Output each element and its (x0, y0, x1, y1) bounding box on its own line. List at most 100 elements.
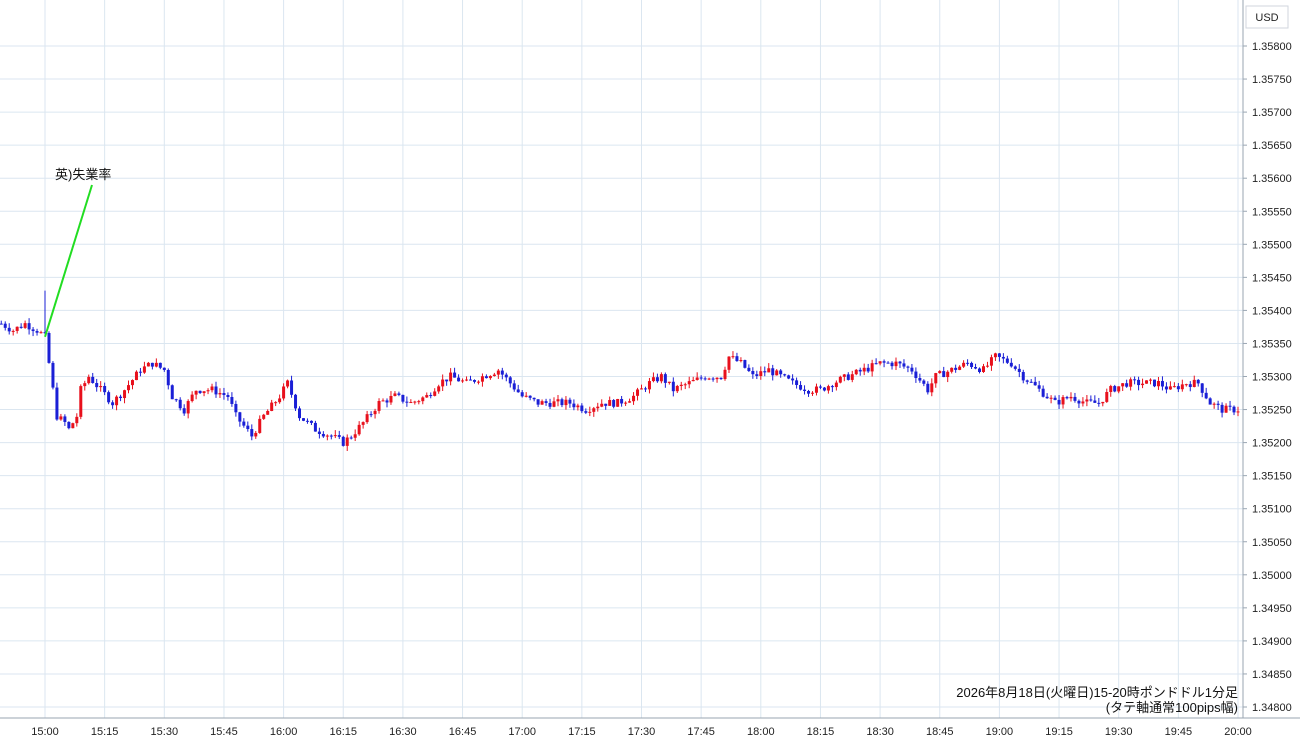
candle-body (958, 366, 962, 370)
price-tick-label: 1.35100 (1252, 504, 1292, 516)
candle-body (1081, 401, 1085, 404)
candle-body (548, 402, 552, 407)
candle-body (492, 374, 496, 377)
candle-body (536, 399, 540, 405)
candle-body (262, 414, 266, 419)
candle-body (123, 390, 127, 399)
candle-body (449, 372, 453, 382)
candle-body (190, 394, 194, 402)
price-tick-label: 1.35000 (1252, 570, 1292, 582)
candle-body (663, 374, 667, 383)
candle-body (687, 381, 691, 385)
candle-body (592, 408, 596, 412)
candle-body (1117, 386, 1121, 392)
candle-body (544, 401, 548, 403)
price-tick-label: 1.35500 (1252, 239, 1292, 251)
candle-body (934, 373, 938, 384)
candle-body (1037, 385, 1041, 389)
time-tick-label: 19:45 (1165, 726, 1193, 738)
candle-body (357, 424, 361, 435)
price-tick-label: 1.35600 (1252, 173, 1292, 185)
price-tick-label: 1.34850 (1252, 669, 1292, 681)
candle-body (365, 414, 369, 423)
candle-body (719, 377, 723, 380)
candle-body (874, 363, 878, 365)
time-tick-label: 19:00 (986, 726, 1014, 738)
candle-body (834, 382, 838, 388)
currency-label: USD (1255, 12, 1278, 24)
candle-body (313, 422, 317, 432)
candle-body (1236, 411, 1240, 413)
candle-body (691, 379, 695, 382)
time-tick-label: 15:15 (91, 726, 119, 738)
candle-body (810, 392, 814, 394)
candle-body (1113, 386, 1117, 392)
candle-body (254, 432, 258, 437)
candle-body (1196, 379, 1200, 384)
candle-body (1145, 380, 1149, 384)
candle-body (1053, 397, 1057, 400)
candle-body (119, 396, 123, 399)
candle-body (671, 381, 675, 392)
candle-body (528, 395, 532, 398)
candle-body (103, 386, 107, 393)
candle-body (1089, 399, 1093, 401)
candle-body (743, 360, 747, 368)
candle-body (659, 374, 663, 382)
candle-body (624, 402, 628, 404)
candle-body (150, 362, 154, 367)
candle-body (679, 384, 683, 387)
candle-body (1017, 368, 1021, 372)
candle-body (71, 423, 75, 429)
candle-body (1097, 402, 1101, 404)
candle-body (202, 391, 206, 394)
candle-body (647, 381, 651, 390)
candle-body (445, 379, 449, 382)
candle-body (1137, 379, 1141, 386)
candle-body (612, 400, 616, 407)
candle-body (755, 374, 759, 376)
candle-body (377, 401, 381, 411)
candle-body (516, 389, 520, 393)
candle-body (814, 386, 818, 393)
time-tick-label: 18:15 (807, 726, 835, 738)
candle-body (1176, 386, 1180, 390)
candle-body (898, 361, 902, 364)
candle-body (397, 393, 401, 395)
candle-body (142, 366, 146, 373)
candle-body (178, 399, 182, 409)
time-tick-label: 15:30 (151, 726, 179, 738)
candle-body (35, 331, 39, 333)
candle-body (127, 385, 131, 391)
candle-body (731, 356, 735, 358)
candle-body (1041, 388, 1045, 397)
candle-body (7, 327, 11, 332)
candle-body (608, 400, 612, 406)
candle-body (345, 437, 349, 446)
candle-body (1224, 405, 1228, 413)
candle-body (3, 323, 7, 328)
candle-body (214, 386, 218, 395)
price-tick-label: 1.35400 (1252, 305, 1292, 317)
price-tick-label: 1.35800 (1252, 41, 1292, 53)
candle-body (918, 378, 922, 381)
candle-body (1061, 397, 1065, 405)
time-tick-label: 18:30 (866, 726, 894, 738)
candle-body (158, 362, 162, 368)
candle-body (1073, 396, 1077, 401)
candle-body (707, 378, 711, 380)
candle-body (349, 437, 353, 439)
candle-body (838, 376, 842, 383)
candle-body (465, 379, 469, 381)
candle-body (325, 435, 329, 437)
candle-body (651, 377, 655, 382)
candle-body (703, 378, 707, 380)
candle-body (1152, 379, 1156, 387)
candle-body (1021, 371, 1025, 381)
candle-body (818, 386, 822, 388)
candle-body (182, 408, 186, 414)
candle-body (496, 370, 500, 375)
candle-body (27, 323, 31, 330)
candle-body (75, 416, 79, 424)
candle-body (1208, 398, 1212, 405)
